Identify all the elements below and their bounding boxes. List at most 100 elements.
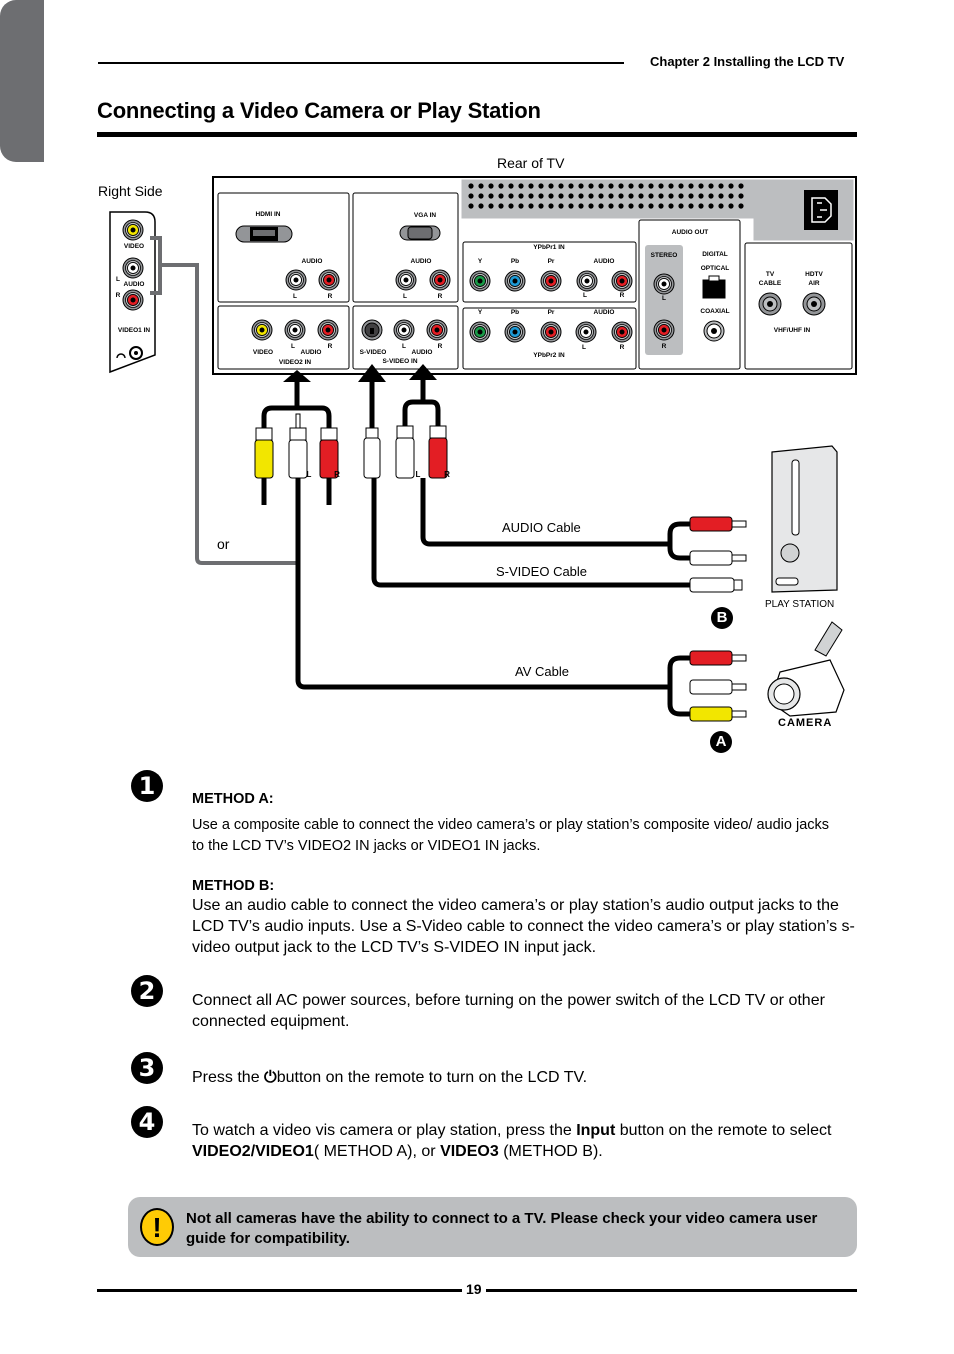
svideo-cable-label: S-VIDEO Cable xyxy=(496,564,588,579)
vent-hole xyxy=(478,193,484,199)
ypbpr1-label: YPbPr1 IN xyxy=(533,244,565,251)
video2-group-label: VIDEO2 IN xyxy=(278,359,312,366)
vent-hole xyxy=(628,203,634,209)
white-plug-b xyxy=(395,425,415,479)
vent-hole xyxy=(598,193,604,199)
vent-hole xyxy=(498,183,504,189)
side-group-label: VIDEO1 IN xyxy=(117,327,151,334)
vent-hole xyxy=(618,203,624,209)
ypbpr1-y-label: Y xyxy=(477,258,483,265)
hdmi-label: HDMI IN xyxy=(255,211,281,218)
hdmi-audio-label: AUDIO xyxy=(301,258,323,265)
vent-hole xyxy=(528,193,534,199)
vent-hole xyxy=(488,203,494,209)
plug-l-label: L xyxy=(306,470,312,479)
ypbpr1-audio-label: AUDIO xyxy=(593,258,615,265)
vent-hole xyxy=(638,203,644,209)
vent-hole xyxy=(538,193,544,199)
coaxial-port xyxy=(703,320,725,342)
vent-hole xyxy=(538,183,544,189)
svideo-plug-ps xyxy=(689,577,743,593)
step-2-number: 2 xyxy=(131,975,163,1007)
ypbpr2-pb-label: Pb xyxy=(510,309,520,316)
hdtv-air-jack xyxy=(802,292,826,316)
step-4-part: button on the remote to select xyxy=(615,1122,832,1139)
side-l-label: L xyxy=(116,276,120,283)
vent-hole xyxy=(558,203,564,209)
vent-hole xyxy=(708,183,714,189)
vent-hole xyxy=(678,183,684,189)
air-label: AIR xyxy=(808,280,820,287)
vent-hole xyxy=(688,183,694,189)
optical-port xyxy=(702,279,726,299)
ypbpr2-audio-label: AUDIO xyxy=(593,309,615,316)
step-4-part: To watch a video vis camera or play stat… xyxy=(192,1122,577,1139)
stereo-label: STEREO xyxy=(650,252,678,259)
vent-hole xyxy=(478,183,484,189)
vent-hole xyxy=(468,183,474,189)
vent-hole xyxy=(598,203,604,209)
side-r-label: R xyxy=(115,292,121,299)
digital-label: DIGITAL xyxy=(702,251,728,258)
vent-hole xyxy=(588,193,594,199)
video2-video-label: VIDEO xyxy=(252,349,274,356)
video2-l-label: L xyxy=(291,343,295,350)
vent-hole xyxy=(468,193,474,199)
vent-hole xyxy=(528,203,534,209)
svideo-l-label: L xyxy=(402,343,406,350)
method-b-badge: B xyxy=(711,607,733,629)
ypbpr1-pb-label: Pb xyxy=(510,258,520,265)
audio-out-label: AUDIO OUT xyxy=(671,229,709,236)
vent-hole xyxy=(648,203,654,209)
vent-hole xyxy=(668,193,674,199)
step-4-part: (METHOD B). xyxy=(498,1143,603,1160)
side-video-jack xyxy=(122,219,144,241)
vent-hole xyxy=(648,183,654,189)
ypbpr2-l-label: L xyxy=(582,344,586,351)
video2-audio-label: AUDIO xyxy=(300,349,322,356)
ypbpr1-l-label: L xyxy=(583,292,587,299)
video2-video1-name: VIDEO2/VIDEO1 xyxy=(192,1143,314,1160)
step-4-part: ( METHOD A), or xyxy=(313,1143,441,1160)
step-1-number: 1 xyxy=(131,770,163,802)
vga-audio-label: AUDIO xyxy=(410,258,432,265)
method-b-text: Use an audio cable to connect the video … xyxy=(192,897,855,956)
vent-hole xyxy=(488,193,494,199)
svideo-label: S-VIDEO xyxy=(359,349,387,356)
vent-hole xyxy=(698,203,704,209)
vent-hole xyxy=(568,193,574,199)
connection-diagram xyxy=(109,176,857,722)
plug-r-label-b: R xyxy=(444,470,450,479)
red-plug-cam xyxy=(689,650,747,666)
audio-cable-label: AUDIO Cable xyxy=(502,520,581,535)
video2-video-jack xyxy=(251,319,273,341)
vent-hole xyxy=(628,193,634,199)
vent-hole xyxy=(468,203,474,209)
step-4-text: To watch a video vis camera or play stat… xyxy=(192,1120,832,1162)
vent-hole xyxy=(608,193,614,199)
svideo-audio-label: AUDIO xyxy=(411,349,433,356)
vent-hole xyxy=(718,183,724,189)
hdtv-label: HDTV xyxy=(805,271,823,278)
svideo-jack xyxy=(361,319,383,341)
vent-hole xyxy=(548,203,554,209)
vent-hole xyxy=(718,193,724,199)
input-button-name: Input xyxy=(576,1122,616,1139)
vent-hole xyxy=(618,183,624,189)
ypbpr2-y-label: Y xyxy=(477,309,483,316)
plug-l-label-b: L xyxy=(415,470,421,479)
vga-l-label: L xyxy=(403,293,407,300)
vent-hole xyxy=(648,193,654,199)
ypbpr2-r-label: R xyxy=(619,344,625,351)
method-a-title: METHOD A: xyxy=(192,791,274,807)
vent-hole xyxy=(688,193,694,199)
ypbpr1-pr-label: Pr xyxy=(547,258,555,265)
vent-hole xyxy=(588,203,594,209)
vent-hole xyxy=(728,193,734,199)
vent-hole xyxy=(518,203,524,209)
vent-hole xyxy=(658,193,664,199)
vent-hole xyxy=(738,193,744,199)
side-audio-l-jack xyxy=(122,257,144,279)
hdmi-l-label: L xyxy=(293,293,297,300)
vent-hole xyxy=(548,193,554,199)
